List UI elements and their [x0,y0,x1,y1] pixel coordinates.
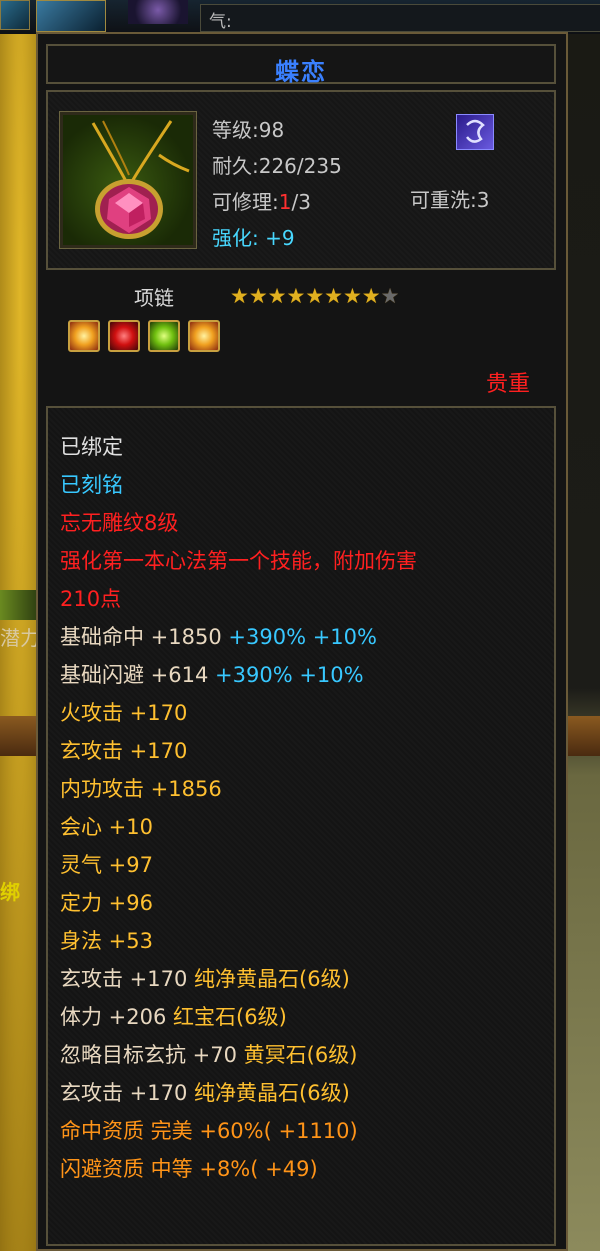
inscription-badge-icon [456,114,494,150]
title-bar: 蝶恋 [46,44,556,86]
red-gem-icon[interactable] [108,320,140,352]
star-filled-icon: ★ [342,284,362,308]
rewash-stat: 可重洗:3 [410,188,490,212]
description-text: 闪避资质 中等 +8%( +49) [60,1157,318,1181]
description-text: 纯净黄晶石(6级) [194,967,350,991]
rarity-label: 贵重 [485,372,530,397]
description-text: 命中资质 完美 +60%( +1110) [60,1119,358,1143]
description-lines: 已绑定已刻铭忘无雕纹8级强化第一本心法第一个技能，附加伤害 210点基础命中 +1… [60,428,554,1188]
star-filled-icon: ★ [305,284,325,308]
description-line: 210点 [60,580,554,618]
green-gem-icon[interactable] [148,320,180,352]
description-text: 体力 +206 [60,1005,174,1029]
description-line: 灵气 +97 [60,846,554,884]
gold-gem-icon[interactable] [188,320,220,352]
item-name: 蝶恋 [275,58,327,86]
game-scene-right [566,0,600,1251]
description-text: 210点 [60,587,122,611]
star-filled-icon: ★ [361,284,381,308]
description-line: 火攻击 +170 [60,694,554,732]
description-text: 红宝石(6级) [173,1005,287,1029]
skill-slot[interactable] [0,0,30,30]
description-text: 灵气 +97 [60,853,153,877]
star-filled-icon: ★ [230,284,249,308]
description-line: 已刻铭 [60,466,554,504]
description-line: 玄攻击 +170 纯净黄晶石(6级) [60,1074,554,1112]
description-text: 身法 +53 [60,929,153,953]
repair-stat: 可修理:1/3 [212,184,342,220]
star-filled-icon: ★ [324,284,343,308]
item-info: 等级:98 耐久:226/235 可修理:1/3 强化: +9 可重洗:3 [46,90,556,270]
star-filled-icon: ★ [286,284,306,308]
description-text: 基础命中 +1850 [60,625,229,649]
necklace-icon [59,111,197,249]
description-line: 命中资质 完美 +60%( +1110) [60,1112,554,1150]
description-line: 已绑定 [60,428,554,466]
description-text: +390% +10% [215,663,364,687]
star-filled-icon: ★ [248,284,268,308]
description-text: 基础闪避 +614 [60,663,216,687]
description-line: 强化第一本心法第一个技能，附加伤害 [60,542,554,580]
description-line: 定力 +96 [60,884,554,922]
description-line: 会心 +10 [60,808,554,846]
description-text: 定力 +96 [60,891,153,915]
description-line: 闪避资质 中等 +8%( +49) [60,1150,554,1188]
character-portrait[interactable] [128,0,188,24]
item-tooltip: 蝶恋 等级:98 耐久:226/235 可修理:1/3 强化: +9 可重洗:3 [36,32,568,1251]
side-label: 潜力 [0,626,40,650]
enhance-value: +9 [265,226,295,250]
description-text: 黄冥石(6级) [243,1043,358,1067]
description-text: 火攻击 +170 [60,701,188,725]
description-line: 玄攻击 +170 纯净黄晶石(6级) [60,960,554,998]
description-text: 纯净黄晶石(6级) [194,1081,350,1105]
gem-slots [68,320,228,356]
description-text: 忘无雕纹8级 [60,511,179,535]
item-type: 项链 [134,286,174,310]
qi-label: 气: [209,12,232,32]
skill-slot[interactable] [36,0,106,32]
buff-icons[interactable] [0,590,40,620]
enhance-stat: 强化: +9 [212,220,342,256]
description-line: 忽略目标玄抗 +70 黄冥石(6级) [60,1036,554,1074]
description-line: 基础命中 +1850 +390% +10% [60,618,554,656]
description-text: 已刻铭 [60,473,123,497]
description-text: +390% +10% [228,625,377,649]
description-line: 玄攻击 +170 [60,732,554,770]
description-line: 内功攻击 +1856 [60,770,554,808]
star-empty-icon: ★ [380,284,400,308]
enhance-label: 强化: [212,226,259,250]
description-line: 身法 +53 [60,922,554,960]
description-text: 强化第一本心法第一个技能，附加伤害 [60,549,417,573]
item-stats: 等级:98 耐久:226/235 可修理:1/3 强化: +9 [212,112,342,256]
description-text: 会心 +10 [60,815,153,839]
top-hud: 气: [0,0,600,34]
description-text: 玄攻击 +170 [60,967,195,991]
window-frame [0,716,40,756]
description-text: 玄攻击 +170 [60,1081,195,1105]
qi-bar: 气: [200,4,600,32]
item-description: 已绑定已刻铭忘无雕纹8级强化第一本心法第一个技能，附加伤害 210点基础命中 +1… [46,406,556,1246]
star-rating: ★★★★★★★★★ [230,284,399,308]
window-frame [568,716,600,756]
side-label-bound: 绑 [0,880,20,904]
level-stat: 等级:98 [212,118,285,142]
description-line: 基础闪避 +614 +390% +10% [60,656,554,694]
gold-gem-icon[interactable] [68,320,100,352]
durability-stat: 耐久:226/235 [212,154,342,178]
description-text: 玄攻击 +170 [60,739,188,763]
description-line: 体力 +206 红宝石(6级) [60,998,554,1036]
repair-label: 可修理: [212,190,279,214]
repair-current: 1 [278,190,292,214]
description-text: 忽略目标玄抗 +70 [60,1043,244,1067]
description-line: 忘无雕纹8级 [60,504,554,542]
description-text: 已绑定 [60,435,123,459]
description-text: 内功攻击 +1856 [60,777,222,801]
repair-max: /3 [291,190,311,214]
star-filled-icon: ★ [267,284,287,308]
